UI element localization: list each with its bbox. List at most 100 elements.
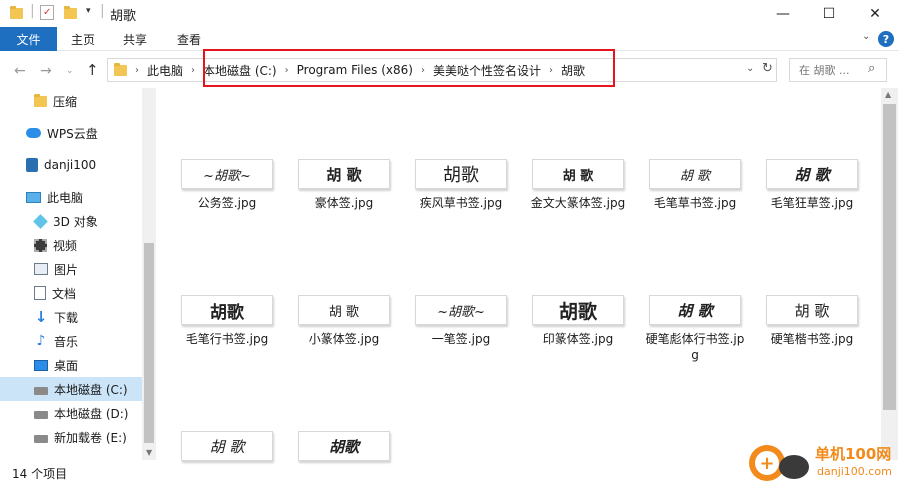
file-item[interactable]: 胡歌 疾风草书签.jpg [411, 159, 511, 211]
file-item[interactable]: 胡 歌 毛笔狂草签.jpg [762, 159, 862, 211]
crumb-this-pc[interactable]: 此电脑 [143, 62, 187, 79]
sidebar-item-label: 音乐 [54, 334, 79, 349]
help-icon[interactable]: ? [878, 31, 894, 47]
title-bar: | ✓ ▾ | 胡歌 — ☐ ✕ [0, 0, 899, 27]
maximize-button[interactable]: ☐ [806, 0, 852, 27]
file-item[interactable]: 胡歌 毛笔行书签.jpg [177, 295, 277, 347]
item-count: 14 个项目 [12, 467, 68, 481]
chevron-right-icon[interactable]: › [187, 65, 199, 76]
search-icon[interactable]: ⌕ [868, 61, 875, 76]
file-thumbnail: 胡 歌 [766, 295, 858, 325]
minimize-button[interactable]: — [760, 0, 806, 27]
sidebar-item-danji100[interactable]: danji100 [0, 153, 142, 177]
sidebar-scroll-thumb[interactable] [144, 243, 154, 443]
sidebar-item-label: 视频 [53, 238, 78, 253]
sidebar-item-music[interactable]: ♪ 音乐 [0, 329, 142, 353]
file-item[interactable]: 胡 歌 小篆体签.jpg [294, 295, 394, 347]
cube-icon [33, 213, 48, 229]
file-item[interactable]: 胡歌 印篆体签.jpg [528, 295, 628, 347]
file-name: 一笔签.jpg [431, 332, 491, 346]
up-arrow-icon[interactable]: ↑ [86, 61, 99, 79]
file-item[interactable]: ~胡歌~ 一笔签.jpg [411, 295, 511, 347]
drive-icon [34, 435, 48, 443]
file-thumbnail: 胡歌 [181, 295, 273, 325]
sidebar-item-label: WPS云盘 [47, 126, 98, 141]
file-thumbnail: 胡歌 [532, 295, 624, 325]
file-thumbnail: 胡歌 [415, 159, 507, 189]
ribbon-tabs: 文件 主页 共享 查看 ⌄ ? [0, 27, 899, 51]
sidebar-item-downloads[interactable]: ↓ 下载 [0, 305, 142, 329]
file-item[interactable]: 胡 歌 金文大篆体签.jpg [528, 159, 628, 211]
tab-file[interactable]: 文件 [0, 27, 57, 51]
sidebar-item-label: 桌面 [54, 358, 79, 373]
drive-icon [34, 411, 48, 419]
sidebar-item-local-disk-d[interactable]: 本地磁盘 (D:) [0, 401, 142, 425]
file-name: 毛笔狂草签.jpg [770, 196, 854, 210]
file-name: 豪体签.jpg [314, 196, 374, 210]
file-item[interactable]: 胡 歌 [177, 431, 277, 461]
file-thumbnail: 胡歌 [298, 431, 390, 461]
file-name: 印篆体签.jpg [542, 332, 614, 346]
download-icon: ↓ [34, 308, 48, 326]
customize-toolbar-icon[interactable]: ▾ [86, 6, 91, 16]
sidebar-item-3d-objects[interactable]: 3D 对象 [0, 209, 142, 233]
cloud-icon [26, 128, 41, 138]
navigation-pane: ▲ 压缩 WPS云盘 danji100 此电脑 3D 对象 视频 图片 文档 ↓… [0, 88, 156, 460]
recent-dropdown-icon[interactable]: ⌄ [66, 66, 74, 76]
separator: | [30, 3, 35, 19]
file-item[interactable]: 胡 歌 硬笔彪体行书签.jpg [645, 295, 745, 363]
logo-dot [779, 455, 809, 479]
site-watermark: + 单机100网 danji100.com [749, 441, 899, 485]
file-thumbnail: ~胡歌~ [415, 295, 507, 325]
address-highlight-box [203, 49, 615, 87]
scroll-up-icon[interactable]: ▲ [885, 90, 891, 99]
sidebar-item-label: 图片 [54, 262, 79, 277]
file-thumbnail: 胡 歌 [181, 431, 273, 461]
file-thumbnail: 胡 歌 [298, 159, 390, 189]
new-folder-icon[interactable] [64, 6, 77, 19]
file-item[interactable]: 胡 歌 毛笔草书签.jpg [645, 159, 745, 211]
user-icon [26, 158, 38, 172]
watermark-url: danji100.com [817, 465, 892, 478]
sidebar-item-label: 下载 [54, 310, 79, 325]
file-item[interactable]: ~胡歌~ 公务签.jpg [177, 159, 277, 211]
close-button[interactable]: ✕ [852, 0, 898, 27]
sidebar-item-videos[interactable]: 视频 [0, 233, 142, 257]
sidebar-item-pictures[interactable]: 图片 [0, 257, 142, 281]
file-name: 公务签.jpg [197, 196, 257, 210]
file-name: 硬笔楷书签.jpg [770, 332, 854, 346]
sidebar-item-documents[interactable]: 文档 [0, 281, 142, 305]
sidebar-item-volume-e[interactable]: 新加载卷 (E:) [0, 425, 142, 449]
file-item[interactable]: 胡 歌 硬笔楷书签.jpg [762, 295, 862, 347]
sidebar-item-label: danji100 [44, 158, 97, 172]
file-name: 金文大篆体签.jpg [530, 196, 626, 210]
refresh-icon[interactable]: ↻ [762, 61, 773, 76]
picture-icon [34, 263, 48, 275]
file-thumbnail: 胡 歌 [649, 295, 741, 325]
sidebar-item-this-pc[interactable]: 此电脑 [0, 185, 142, 209]
scroll-down-icon[interactable]: ▼ [146, 448, 152, 457]
file-name: 疾风草书签.jpg [419, 196, 503, 210]
file-item[interactable]: 胡 歌 豪体签.jpg [294, 159, 394, 211]
file-list: ~胡歌~ 公务签.jpg 胡 歌 豪体签.jpg 胡歌 疾风草书签.jpg 胡 … [160, 88, 882, 461]
tab-view[interactable]: 查看 [177, 27, 201, 51]
search-input[interactable]: 在 胡歌 ... ⌕ [789, 58, 887, 82]
sidebar-item-compress[interactable]: 压缩 [0, 89, 142, 113]
file-thumbnail: 胡 歌 [649, 159, 741, 189]
address-dropdown-icon[interactable]: ⌄ [746, 63, 754, 74]
folder-icon [10, 6, 23, 19]
chevron-right-icon[interactable]: › [131, 65, 143, 76]
back-arrow-icon[interactable]: ← [14, 63, 26, 79]
music-icon: ♪ [36, 333, 46, 349]
sidebar-item-desktop[interactable]: 桌面 [0, 353, 142, 377]
sidebar-item-wps-cloud[interactable]: WPS云盘 [0, 121, 142, 145]
tab-home[interactable]: 主页 [71, 27, 95, 51]
file-item[interactable]: 胡歌 [294, 431, 394, 461]
drive-icon [34, 387, 48, 395]
tab-share[interactable]: 共享 [123, 27, 147, 51]
sidebar-item-local-disk-c[interactable]: 本地磁盘 (C:) [0, 377, 142, 401]
properties-icon[interactable]: ✓ [40, 5, 54, 20]
file-list-scroll-thumb[interactable] [883, 104, 896, 410]
chevron-down-icon[interactable]: ⌄ [862, 31, 870, 42]
forward-arrow-icon[interactable]: → [40, 63, 52, 79]
